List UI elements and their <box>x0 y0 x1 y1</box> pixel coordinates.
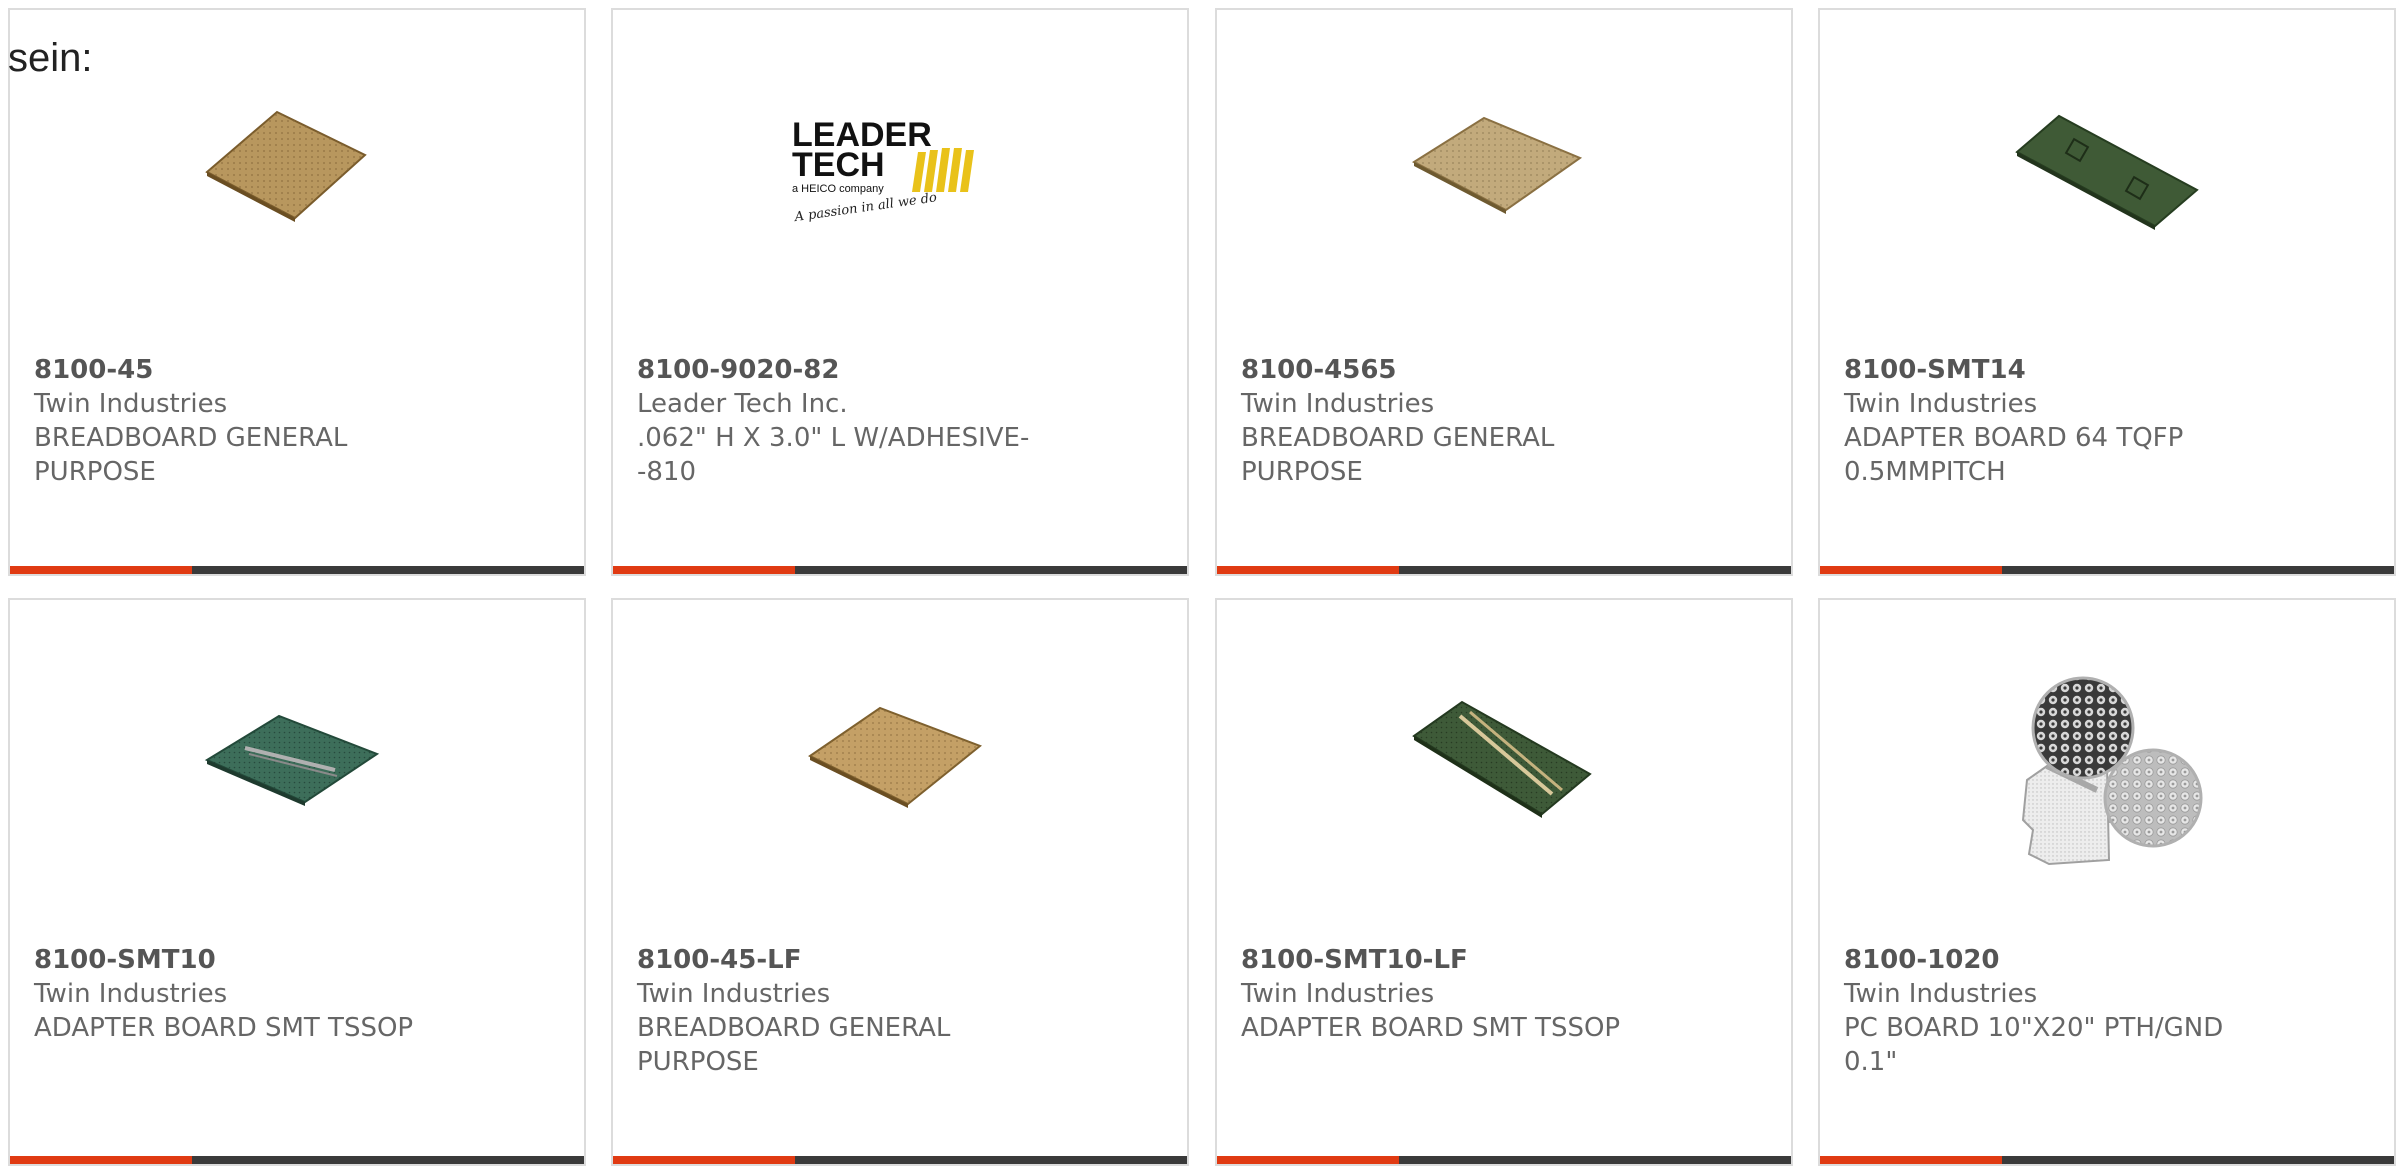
card-accent-bar <box>1820 1156 2394 1164</box>
part-number[interactable]: 8100-9020-82 <box>637 353 1057 387</box>
product-card[interactable]: 8100-SMT10-LF Twin Industries ADAPTER BO… <box>1215 598 1793 1166</box>
card-accent-bar <box>613 566 1187 574</box>
adapter-board-image <box>2015 114 2199 230</box>
manufacturer: Twin Industries <box>34 979 228 1009</box>
product-card[interactable]: 8100-45 Twin Industries BREADBOARD GENER… <box>8 8 586 576</box>
part-number[interactable]: 8100-45 <box>34 353 454 387</box>
description: ADAPTER BOARD 64 TQFP 0.5MMPITCH <box>1844 423 2184 487</box>
svg-text:TECH: TECH <box>792 146 885 184</box>
card-accent-bar <box>613 1156 1187 1164</box>
product-card[interactable]: 8100-SMT10 Twin Industries ADAPTER BOARD… <box>8 598 586 1166</box>
adapter-board-image <box>204 714 380 806</box>
svg-text:A passion in all we do: A passion in all we do <box>793 190 938 225</box>
product-info: 8100-SMT10 Twin Industries ADAPTER BOARD… <box>34 943 454 1045</box>
product-image[interactable] <box>613 640 1187 900</box>
product-image[interactable] <box>10 640 584 900</box>
part-number[interactable]: 8100-SMT10-LF <box>1241 943 1661 977</box>
leader-tech-logo: LEADER TECH a HEICO company A passion in… <box>792 116 974 225</box>
breadboard-image <box>808 706 982 808</box>
product-image[interactable] <box>1217 640 1791 900</box>
product-info: 8100-9020-82 Leader Tech Inc. .062" H X … <box>637 353 1057 489</box>
card-accent-bar <box>10 566 584 574</box>
description: BREADBOARD GENERAL PURPOSE <box>34 423 348 487</box>
product-card[interactable]: 8100-1020 Twin Industries PC BOARD 10"X2… <box>1818 598 2396 1166</box>
breadboard-image <box>205 110 367 222</box>
manufacturer: Twin Industries <box>637 979 831 1009</box>
svg-text:a HEICO company: a HEICO company <box>792 183 884 195</box>
manufacturer: Leader Tech Inc. <box>637 389 848 419</box>
product-card[interactable]: 8100-45-LF Twin Industries BREADBOARD GE… <box>611 598 1189 1166</box>
product-card[interactable]: 8100-4565 Twin Industries BREADBOARD GEN… <box>1215 8 1793 576</box>
card-accent-bar <box>10 1156 584 1164</box>
manufacturer: Twin Industries <box>1844 389 2038 419</box>
product-card[interactable]: 8100-SMT14 Twin Industries ADAPTER BOARD… <box>1818 8 2396 576</box>
description: .062" H X 3.0" L W/ADHESIVE--810 <box>637 423 1030 487</box>
description: BREADBOARD GENERAL PURPOSE <box>1241 423 1555 487</box>
card-accent-bar <box>1217 1156 1791 1164</box>
breadboard-image <box>1411 116 1583 214</box>
logo-stripes-icon <box>912 148 974 192</box>
product-grid: 8100-45 Twin Industries BREADBOARD GENER… <box>0 0 2400 1166</box>
product-image[interactable] <box>10 50 584 310</box>
product-info: 8100-1020 Twin Industries PC BOARD 10"X2… <box>1844 943 2264 1079</box>
intro-text-fragment: sein: <box>8 36 93 80</box>
part-number[interactable]: 8100-45-LF <box>637 943 1057 977</box>
description: PC BOARD 10"X20" PTH/GND 0.1" <box>1844 1013 2224 1077</box>
part-number[interactable]: 8100-SMT14 <box>1844 353 2264 387</box>
part-number[interactable]: 8100-4565 <box>1241 353 1661 387</box>
product-image[interactable] <box>1820 50 2394 310</box>
product-card[interactable]: LEADER TECH a HEICO company A passion in… <box>611 8 1189 576</box>
product-info: 8100-45-LF Twin Industries BREADBOARD GE… <box>637 943 1057 1079</box>
card-accent-bar <box>1820 566 2394 574</box>
product-image[interactable] <box>1820 640 2394 900</box>
manufacturer: Twin Industries <box>1241 389 1435 419</box>
product-info: 8100-SMT10-LF Twin Industries ADAPTER BO… <box>1241 943 1661 1045</box>
card-accent-bar <box>1217 566 1791 574</box>
description: ADAPTER BOARD SMT TSSOP <box>34 1013 414 1043</box>
product-image[interactable] <box>1217 50 1791 310</box>
product-info: 8100-4565 Twin Industries BREADBOARD GEN… <box>1241 353 1661 489</box>
pc-board-image <box>2021 676 2203 866</box>
part-number[interactable]: 8100-1020 <box>1844 943 2264 977</box>
product-info: 8100-SMT14 Twin Industries ADAPTER BOARD… <box>1844 353 2264 489</box>
adapter-board-image <box>1412 700 1592 818</box>
manufacturer: Twin Industries <box>1844 979 2038 1009</box>
manufacturer: Twin Industries <box>34 389 228 419</box>
manufacturer: Twin Industries <box>1241 979 1435 1009</box>
product-image[interactable]: LEADER TECH a HEICO company A passion in… <box>613 50 1187 310</box>
description: BREADBOARD GENERAL PURPOSE <box>637 1013 951 1077</box>
product-info: 8100-45 Twin Industries BREADBOARD GENER… <box>34 353 454 489</box>
part-number[interactable]: 8100-SMT10 <box>34 943 454 977</box>
description: ADAPTER BOARD SMT TSSOP <box>1241 1013 1621 1043</box>
